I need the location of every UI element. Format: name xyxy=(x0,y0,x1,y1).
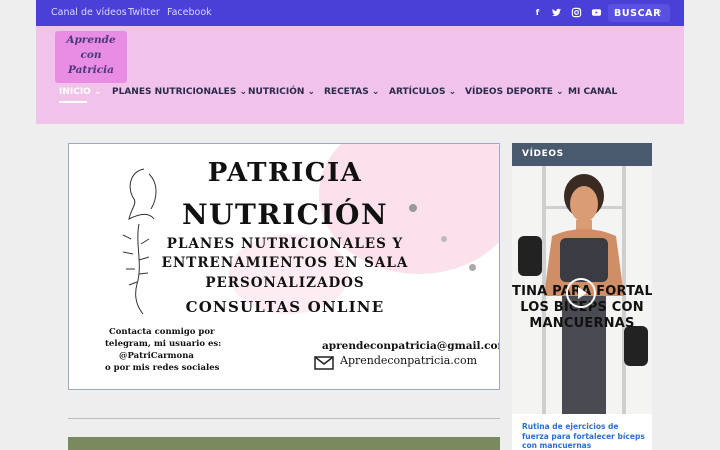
banner-line-4: CONSULTAS ONLINE xyxy=(185,298,385,316)
nav-nutricion-label: NUTRICIÓN xyxy=(248,87,305,97)
video-caption-box: Rutina de ejercicios de fuerza para fort… xyxy=(512,414,652,450)
chevron-down-icon: ⌄ xyxy=(371,87,380,97)
nav-mi-canal-label: MI CANAL xyxy=(568,87,618,97)
contact-line-1: Contacta conmigo por xyxy=(109,327,215,337)
chevron-down-icon: ⌄ xyxy=(239,87,248,97)
chevron-down-icon: ⌄ xyxy=(556,87,564,97)
nav-videos-deporte[interactable]: VÍDEOS DEPORTE ⌄ xyxy=(465,87,564,97)
instagram-icon[interactable] xyxy=(569,5,584,20)
play-icon[interactable] xyxy=(566,278,596,308)
logo-line-1: Aprende xyxy=(66,34,116,46)
nav-articulos[interactable]: ARTÍCULOS ⌄ xyxy=(389,87,456,97)
logo-line-2: con xyxy=(80,49,102,61)
video-overlay-line-3: MANCUERNAS xyxy=(529,316,635,331)
banner-title-2: NUTRICIÓN xyxy=(181,198,389,231)
link-canal-videos[interactable]: Canal de vídeos xyxy=(51,7,127,18)
banner-line-3: PERSONALIZADOS xyxy=(205,275,365,291)
banner-title-1: PATRICIA xyxy=(207,158,363,188)
nav-inicio-label: INICIO xyxy=(59,87,91,97)
twitter-icon[interactable] xyxy=(549,5,564,20)
site-header xyxy=(36,26,684,124)
logo-line-3: Patricia xyxy=(68,64,114,76)
banner-email: aprendeconpatricia@gmail.com xyxy=(322,340,500,352)
chevron-down-icon: ⌄ xyxy=(93,87,102,97)
facebook-icon[interactable]: f xyxy=(530,5,545,20)
banner-line-1: PLANES NUTRICIONALES Y xyxy=(166,236,404,252)
search-label: BUSCAR xyxy=(614,8,662,19)
link-twitter[interactable]: Twitter xyxy=(128,7,160,18)
chevron-down-icon: ⌄ xyxy=(448,87,457,97)
contact-line-2: telegram, mi usuario es: xyxy=(105,339,222,349)
nav-inicio[interactable]: INICIO ⌄ xyxy=(59,87,102,97)
nav-recetas[interactable]: RECETAS ⌄ xyxy=(324,87,379,97)
sidebar-videos-header: VÍDEOS xyxy=(512,143,652,166)
nav-articulos-label: ARTÍCULOS xyxy=(389,87,446,97)
nav-planes-label: PLANES NUTRICIONALES xyxy=(112,87,237,97)
search-input[interactable]: BUSCAR ⌕ xyxy=(608,4,670,22)
content-divider xyxy=(68,418,500,419)
site-logo[interactable]: Aprende con Patricia xyxy=(55,31,127,83)
video-caption-link[interactable]: Rutina de ejercicios de fuerza para fort… xyxy=(522,422,646,450)
search-icon: ⌕ xyxy=(656,6,662,17)
contact-line-4: o por mis redes sociales xyxy=(105,363,220,373)
youtube-icon[interactable] xyxy=(589,5,604,20)
post-thumbnail[interactable] xyxy=(68,437,500,450)
sidebar-title: VÍDEOS xyxy=(522,149,564,159)
nav-planes-nutricionales[interactable]: PLANES NUTRICIONALES ⌄ xyxy=(112,87,247,97)
active-nav-indicator xyxy=(59,101,87,103)
nav-mi-canal[interactable]: MI CANAL xyxy=(568,87,617,97)
chevron-down-icon: ⌄ xyxy=(307,87,316,97)
nav-nutricion[interactable]: NUTRICIÓN ⌄ xyxy=(248,87,315,97)
link-facebook[interactable]: Facebook xyxy=(167,7,212,18)
banner-website: Aprendeconpatricia.com xyxy=(340,354,478,367)
banner-line-2: ENTRENAMIENTOS EN SALA xyxy=(161,255,409,271)
nav-videos-label: VÍDEOS DEPORTE xyxy=(465,87,553,97)
nav-recetas-label: RECETAS xyxy=(324,87,369,97)
featured-banner-image[interactable]: PATRICIA NUTRICIÓN PLANES NUTRICIONALES … xyxy=(68,143,500,390)
mail-icon xyxy=(314,356,334,370)
contact-line-3: @PatriCarmona xyxy=(119,351,194,361)
